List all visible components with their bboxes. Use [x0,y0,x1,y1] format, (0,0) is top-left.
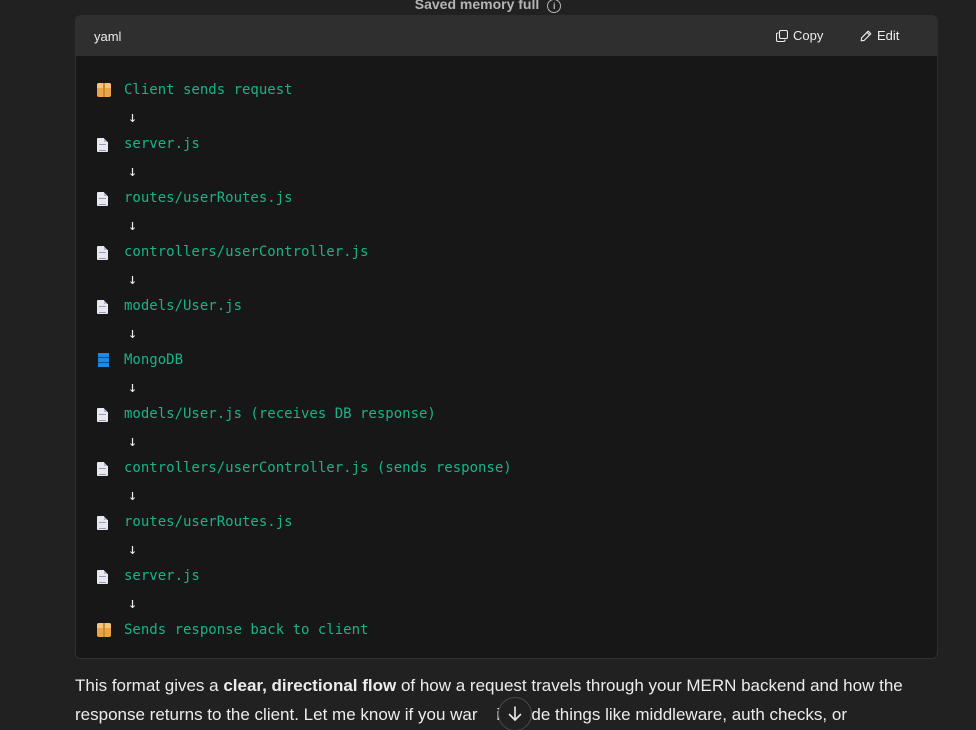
code-line-glyph [97,191,111,206]
code-line-text: ↓ [128,594,138,612]
message-line-1: This format gives a clear, directional f… [75,671,955,700]
code-line-text: controllers/userController.js (sends res… [124,460,512,476]
code-line-text: ↓ [128,486,138,504]
code-line: Client sends request [76,77,937,104]
document-icon [97,462,108,476]
code-line: models/User.js [76,293,937,320]
package-icon [97,623,111,637]
copy-button-label: Copy [793,28,824,43]
code-line: controllers/userController.js [76,239,937,266]
code-line-arrow: ↓ [76,374,937,401]
document-icon [97,300,108,314]
code-line-text: server.js [124,568,200,584]
copy-icon [776,29,788,42]
arrow-down-icon [508,706,522,721]
code-line-text: Client sends request [124,82,293,98]
copy-button[interactable]: Copy [776,28,823,43]
code-block-header: yaml Copy Edit [76,16,937,56]
memory-full-label: Saved memory full [414,0,540,12]
code-line-text: routes/userRoutes.js [124,514,293,530]
code-line-text: ↓ [128,108,138,126]
package-icon [97,83,111,97]
code-line-arrow: ↓ [76,104,937,131]
memory-full-banner[interactable]: Saved memory full i [0,0,976,13]
code-line-text: MongoDB [124,352,184,368]
code-line-arrow: ↓ [76,212,937,239]
edit-button-label: Edit [877,28,900,43]
code-line-arrow: ↓ [76,482,937,509]
document-icon [97,570,108,584]
code-line: server.js [76,131,937,158]
code-line-glyph [97,83,111,98]
code-line-glyph [97,353,111,368]
code-line-arrow: ↓ [76,428,937,455]
code-line-text: models/User.js (receives DB response) [124,406,436,422]
code-line: models/User.js (receives DB response) [76,401,937,428]
code-line-glyph [97,407,111,422]
document-icon [97,138,108,152]
code-block: yaml Copy Edit Client sends request ↓ serv… [75,15,938,659]
code-line-text: ↓ [128,432,138,450]
document-icon [97,246,108,260]
pencil-icon [860,30,872,41]
scroll-to-bottom-button[interactable] [498,697,532,730]
message-text-segment: This format gives a [75,676,224,695]
code-line-text: Sends response back to client [124,622,369,638]
code-line: controllers/userController.js (sends res… [76,455,937,482]
code-line-text: ↓ [128,162,138,180]
code-language-label: yaml [94,29,122,44]
code-line: MongoDB [76,347,937,374]
code-line-glyph [97,137,111,152]
code-line-glyph [97,623,111,638]
info-icon[interactable]: i [547,0,562,13]
code-line-text: ↓ [128,378,138,396]
edit-button[interactable]: Edit [860,28,899,43]
code-line-glyph [97,515,111,530]
code-line-text: ↓ [128,324,138,342]
message-bold-text: clear, directional flow [223,676,397,695]
code-line-text: routes/userRoutes.js [124,190,293,206]
code-line-arrow: ↓ [76,536,937,563]
document-icon [97,192,108,206]
code-line: routes/userRoutes.js [76,185,937,212]
code-line-arrow: ↓ [76,590,937,617]
code-line-glyph [97,569,111,584]
code-line: routes/userRoutes.js [76,509,937,536]
code-line-text: models/User.js [124,298,243,314]
code-content[interactable]: Client sends request ↓ server.js ↓ routes/us… [76,56,937,658]
code-line-text: ↓ [128,270,138,288]
code-line: server.js [76,563,937,590]
code-line-text: ↓ [128,216,138,234]
code-line-arrow: ↓ [76,320,937,347]
document-icon [97,408,108,422]
code-line-glyph [97,245,111,260]
code-line-text: server.js [124,136,200,152]
document-icon [97,516,108,530]
code-line: Sends response back to client [76,617,937,644]
code-line-text: controllers/userController.js [124,244,369,260]
code-line-text: ↓ [128,540,138,558]
database-icon [98,353,109,367]
code-line-glyph [97,461,111,476]
message-text-segment: of how a request travels through your ME… [396,676,903,695]
code-line-glyph [97,299,111,314]
code-line-arrow: ↓ [76,266,937,293]
chat-page: Saved memory full i yaml Copy Edit Client… [0,0,976,730]
code-line-arrow: ↓ [76,158,937,185]
